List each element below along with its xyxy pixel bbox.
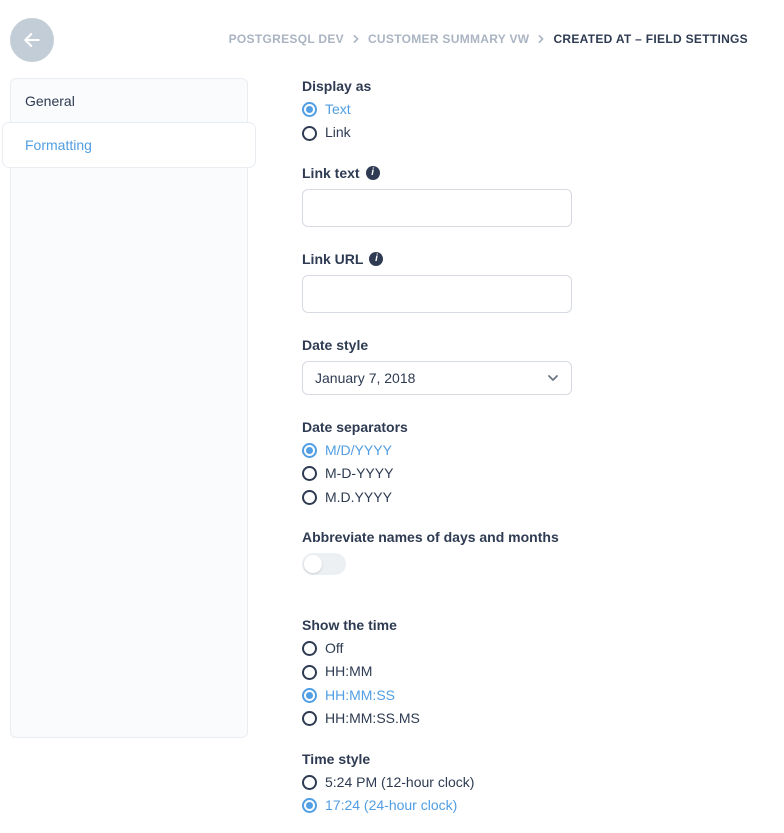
breadcrumb: POSTGRESQL DEV CUSTOMER SUMMARY VW CREAT…	[229, 32, 748, 46]
radio-icon	[302, 466, 317, 481]
radio-label: Link	[325, 125, 351, 140]
radio-icon	[302, 711, 317, 726]
radio-icon	[302, 490, 317, 505]
link-text-group: Link text i	[302, 165, 756, 227]
radio-icon	[302, 126, 317, 141]
date-style-group: Date style January 7, 2018	[302, 337, 756, 395]
radio-icon	[302, 775, 317, 790]
link-text-label: Link text	[302, 165, 360, 181]
show-time-option-off[interactable]: Off	[302, 641, 756, 656]
date-sep-option-dash[interactable]: M-D-YYYY	[302, 466, 756, 481]
show-time-group: Show the time Off HH:MM HH:MM:SS HH:MM:S…	[302, 617, 756, 727]
radio-icon	[302, 641, 317, 656]
date-sep-option-dot[interactable]: M.D.YYYY	[302, 490, 756, 505]
date-separators-group: Date separators M/D/YYYY M-D-YYYY M.D.YY…	[302, 419, 756, 505]
radio-label: Off	[325, 641, 343, 656]
radio-label: HH:MM:SS	[325, 688, 395, 703]
link-url-label: Link URL	[302, 251, 363, 267]
form-panel: Display as Text Link Link text i	[302, 78, 756, 833]
link-url-input[interactable]	[302, 275, 572, 313]
radio-label: 17:24 (24-hour clock)	[325, 798, 457, 813]
date-style-select[interactable]: January 7, 2018	[302, 361, 572, 395]
time-style-option-12h[interactable]: 5:24 PM (12-hour clock)	[302, 775, 756, 790]
display-as-group: Display as Text Link	[302, 78, 756, 141]
radio-icon	[302, 443, 317, 458]
show-time-label: Show the time	[302, 617, 756, 633]
link-url-group: Link URL i	[302, 251, 756, 313]
display-as-option-link[interactable]: Link	[302, 125, 756, 140]
show-time-option-hhmmss[interactable]: HH:MM:SS	[302, 688, 756, 703]
sidebar-item-formatting[interactable]: Formatting	[3, 123, 255, 167]
abbreviate-label: Abbreviate names of days and months	[302, 529, 756, 545]
breadcrumb-current: CREATED AT – FIELD SETTINGS	[553, 32, 748, 46]
sidebar: General Formatting	[10, 78, 248, 738]
radio-icon	[302, 798, 317, 813]
radio-icon	[302, 102, 317, 117]
radio-label: M.D.YYYY	[325, 490, 392, 505]
date-style-value: January 7, 2018	[315, 370, 415, 386]
time-style-group: Time style 5:24 PM (12-hour clock) 17:24…	[302, 751, 756, 814]
display-as-option-text[interactable]: Text	[302, 102, 756, 117]
radio-label: 5:24 PM (12-hour clock)	[325, 775, 474, 790]
radio-icon	[302, 665, 317, 680]
date-sep-option-slash[interactable]: M/D/YYYY	[302, 443, 756, 458]
breadcrumb-item[interactable]: CUSTOMER SUMMARY VW	[368, 32, 529, 46]
date-style-label: Date style	[302, 337, 756, 353]
back-button[interactable]	[10, 18, 54, 62]
radio-label: M-D-YYYY	[325, 466, 393, 481]
chevron-right-icon	[537, 32, 545, 46]
radio-label: Text	[325, 102, 351, 117]
radio-icon	[302, 688, 317, 703]
radio-label: M/D/YYYY	[325, 443, 392, 458]
breadcrumb-item[interactable]: POSTGRESQL DEV	[229, 32, 344, 46]
abbreviate-group: Abbreviate names of days and months	[302, 529, 756, 575]
arrow-left-icon	[22, 30, 42, 50]
date-separators-label: Date separators	[302, 419, 756, 435]
time-style-label: Time style	[302, 751, 756, 767]
info-icon[interactable]: i	[369, 252, 383, 266]
info-icon[interactable]: i	[366, 166, 380, 180]
chevron-right-icon	[352, 32, 360, 46]
link-text-input[interactable]	[302, 189, 572, 227]
show-time-option-hhmm[interactable]: HH:MM	[302, 664, 756, 679]
toggle-knob	[304, 555, 322, 573]
radio-label: HH:MM:SS.MS	[325, 711, 420, 726]
radio-label: HH:MM	[325, 664, 372, 679]
chevron-down-icon	[547, 372, 559, 384]
show-time-option-hhmmssms[interactable]: HH:MM:SS.MS	[302, 711, 756, 726]
time-style-option-24h[interactable]: 17:24 (24-hour clock)	[302, 798, 756, 813]
display-as-label: Display as	[302, 78, 756, 94]
abbreviate-toggle[interactable]	[302, 553, 346, 575]
sidebar-item-general[interactable]: General	[11, 79, 247, 123]
